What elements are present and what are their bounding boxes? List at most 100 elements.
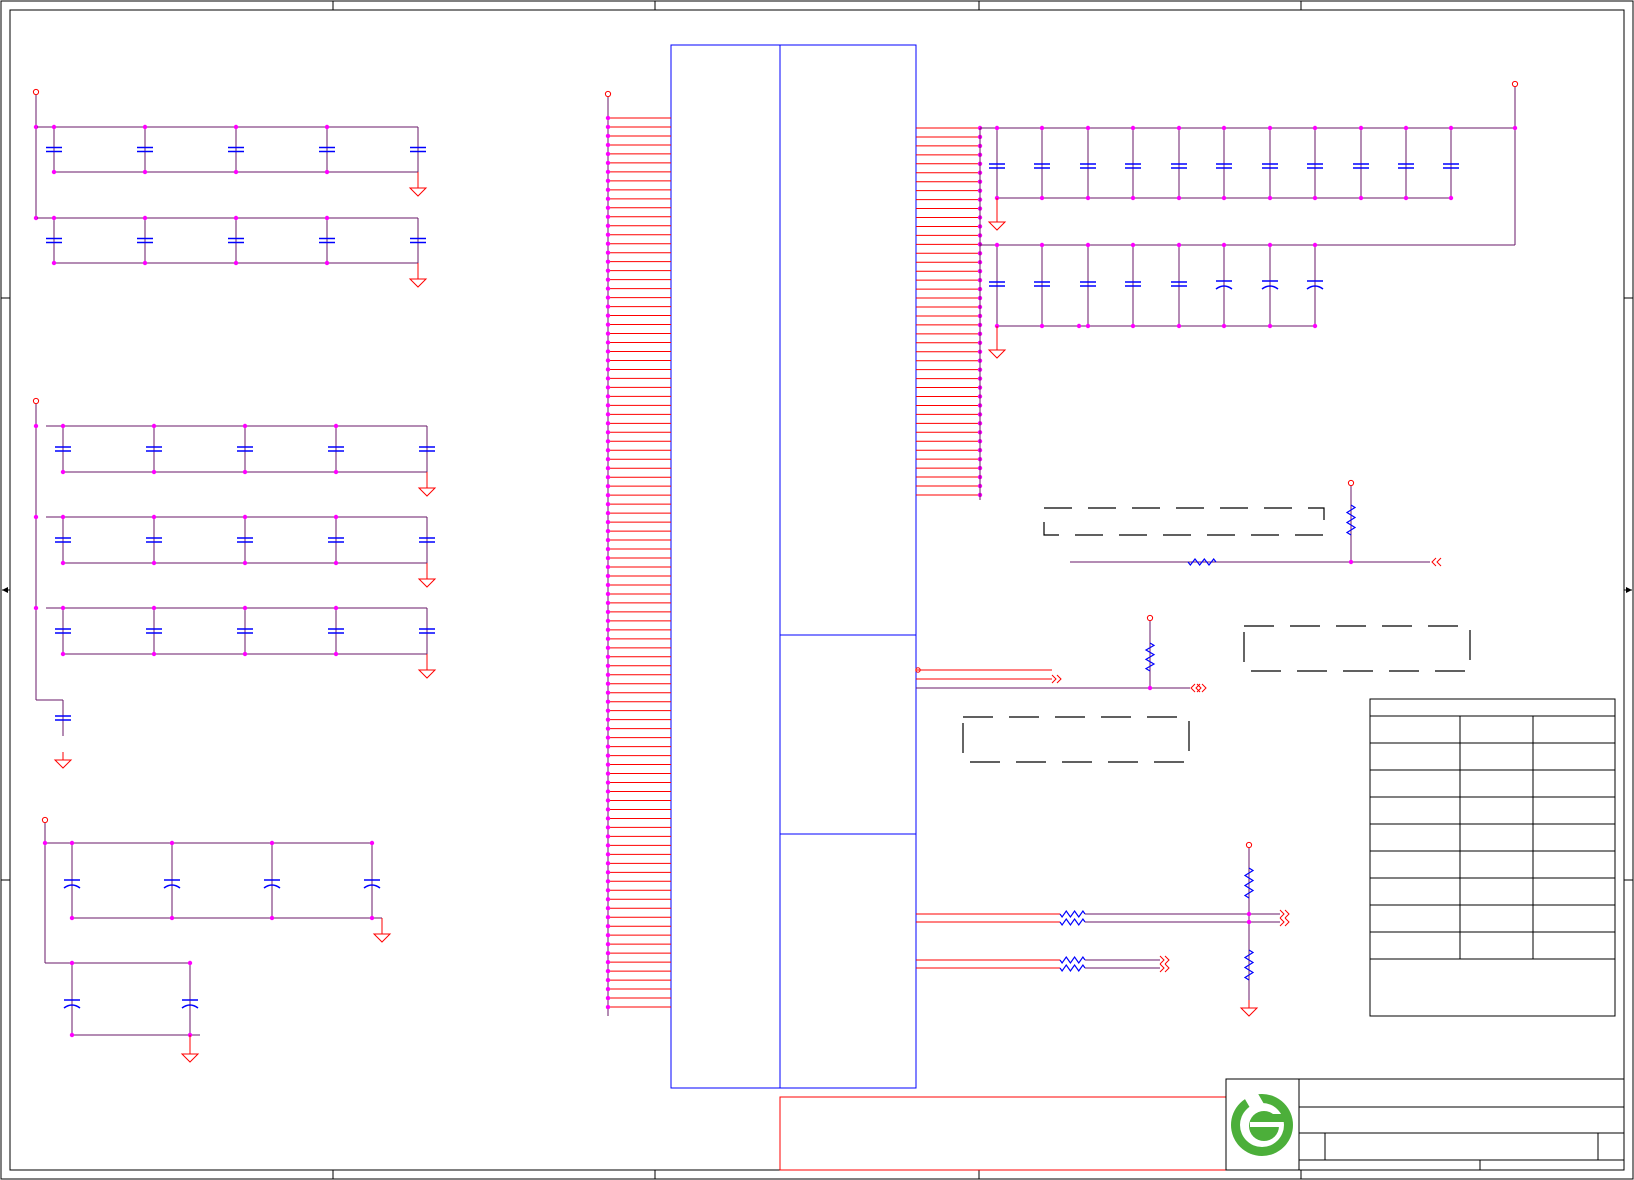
junction-dot xyxy=(151,651,157,657)
junction-dot xyxy=(51,215,57,221)
junction-dot xyxy=(51,260,57,266)
junction-dot xyxy=(605,385,611,390)
junction-dot xyxy=(1448,195,1454,201)
junction-dot xyxy=(605,645,611,651)
junction-dot xyxy=(605,412,611,417)
junction-dot xyxy=(1130,125,1136,131)
junction-dot xyxy=(605,941,611,947)
junction-dot xyxy=(605,537,611,543)
junction-dot xyxy=(242,560,248,566)
junction-dot xyxy=(605,986,611,992)
junction-dot xyxy=(1221,242,1227,248)
junction-dot xyxy=(605,439,611,444)
junction-dot xyxy=(333,469,339,475)
junction-dot xyxy=(994,242,1000,248)
junction-dot xyxy=(242,605,248,611)
junction-dot xyxy=(605,430,611,435)
junction-dot xyxy=(1039,242,1045,248)
junction-dot xyxy=(242,469,248,475)
junction-dot xyxy=(605,142,611,148)
junction-dot xyxy=(1358,125,1364,131)
junction-dot xyxy=(605,286,611,291)
junction-dot xyxy=(605,834,611,839)
junction-dot xyxy=(151,514,157,520)
junction-dot xyxy=(1039,195,1045,201)
junction-dot xyxy=(69,1032,75,1038)
junction-dot xyxy=(242,514,248,520)
junction-dot xyxy=(369,840,375,846)
junction-dot xyxy=(605,762,611,767)
junction-dot xyxy=(605,726,611,731)
junction-dot xyxy=(269,840,275,846)
junction-dot xyxy=(605,187,611,193)
junction-dot xyxy=(233,215,239,221)
junction-dot xyxy=(605,133,611,139)
junction-dot xyxy=(1312,195,1318,201)
junction-dot xyxy=(142,215,148,221)
junction-dot xyxy=(994,125,1000,131)
junction-dot xyxy=(605,932,611,938)
junction-dot xyxy=(1348,559,1354,565)
junction-dot xyxy=(187,960,193,966)
junction-dot xyxy=(1085,323,1091,329)
junction-dot xyxy=(605,250,611,255)
junction-dot xyxy=(605,906,611,911)
junction-dot xyxy=(1221,195,1227,201)
junction-dot xyxy=(605,349,611,354)
junction-dot xyxy=(51,124,57,130)
junction-dot xyxy=(605,259,611,264)
junction-dot xyxy=(605,528,611,534)
junction-dot xyxy=(1403,125,1409,131)
junction-dot xyxy=(1512,125,1518,131)
junction-dot xyxy=(605,654,611,659)
junction-dot xyxy=(605,313,611,318)
junction-dot xyxy=(1176,323,1182,329)
junction-dot xyxy=(605,205,611,210)
junction-dot xyxy=(605,331,611,336)
junction-dot xyxy=(333,423,339,429)
junction-dot xyxy=(233,169,239,175)
junction-dot xyxy=(605,915,611,920)
junction-dot xyxy=(605,151,611,157)
junction-dot xyxy=(605,852,611,857)
junction-dot xyxy=(142,124,148,130)
junction-dot xyxy=(605,457,611,462)
junction-dot xyxy=(605,448,611,453)
junction-dot xyxy=(605,277,611,282)
junction-dot xyxy=(605,519,611,525)
junction-dot xyxy=(605,977,611,983)
junction-dot xyxy=(242,651,248,657)
junction-dot xyxy=(151,560,157,566)
junction-dot xyxy=(605,115,611,121)
junction-dot xyxy=(324,169,330,175)
junction-dot xyxy=(605,501,611,507)
junction-dot xyxy=(151,469,157,475)
junction-dot xyxy=(605,744,611,749)
junction-dot xyxy=(605,672,611,677)
junction-dot xyxy=(605,699,611,704)
junction-dot xyxy=(605,591,611,597)
junction-dot xyxy=(605,223,611,228)
junction-dot xyxy=(1085,195,1091,201)
junction-dot xyxy=(605,268,611,273)
junction-dot xyxy=(169,915,175,921)
junction-dot xyxy=(333,560,339,566)
junction-dot xyxy=(60,469,66,475)
junction-dot xyxy=(605,421,611,426)
junction-dot xyxy=(1403,195,1409,201)
junction-dot xyxy=(605,340,611,345)
junction-dot xyxy=(33,514,39,520)
junction-dot xyxy=(605,717,611,722)
junction-dot xyxy=(42,840,48,846)
junction-dot xyxy=(1267,125,1273,131)
junction-dot xyxy=(605,403,611,408)
junction-dot xyxy=(1312,125,1318,131)
junction-dot xyxy=(605,304,611,309)
junction-dot xyxy=(69,915,75,921)
junction-dot xyxy=(605,816,611,821)
junction-dot xyxy=(605,241,611,246)
junction-dot xyxy=(605,492,611,498)
junction-dot xyxy=(1267,195,1273,201)
junction-dot xyxy=(605,609,611,615)
junction-dot xyxy=(605,735,611,740)
